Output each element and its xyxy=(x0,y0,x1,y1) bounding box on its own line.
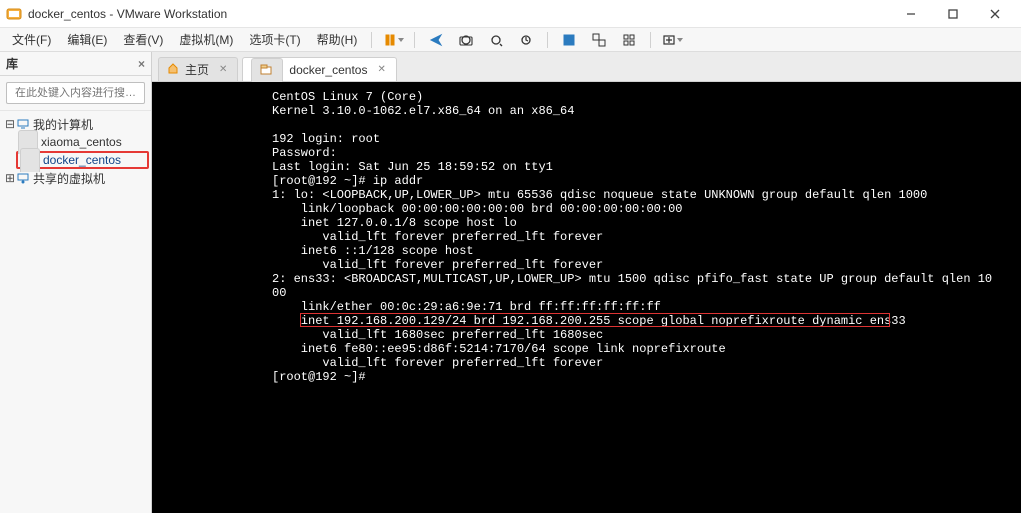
main-area: 库 × ⊟ 我的计算机 xiaoma_centos docker_centos xyxy=(0,52,1021,513)
menu-file[interactable]: 文件(F) xyxy=(4,28,59,52)
app-icon xyxy=(6,6,22,22)
minimize-button[interactable] xyxy=(891,0,931,28)
tree-label: docker_centos xyxy=(43,153,121,167)
computer-icon xyxy=(16,118,30,130)
tabstrip: 主页 ✕ docker_centos ✕ xyxy=(152,52,1021,82)
sidebar: 库 × ⊟ 我的计算机 xiaoma_centos docker_centos xyxy=(0,52,152,513)
tab-close-icon[interactable]: ✕ xyxy=(377,64,385,75)
menu-edit[interactable]: 编辑(E) xyxy=(59,28,115,52)
sidebar-heading: 库 × xyxy=(0,52,151,76)
sidebar-close-icon[interactable]: × xyxy=(138,57,145,71)
sidebar-heading-label: 库 xyxy=(6,55,18,72)
terminal[interactable]: CentOS Linux 7 (Core) Kernel 3.10.0-1062… xyxy=(152,82,1021,513)
tab-label: docker_centos xyxy=(289,63,367,77)
close-window-button[interactable] xyxy=(975,0,1015,28)
menu-view[interactable]: 查看(V) xyxy=(115,28,171,52)
tab-label: 主页 xyxy=(185,61,209,78)
window-buttons xyxy=(891,0,1015,28)
divider xyxy=(414,32,415,48)
tab-home[interactable]: 主页 ✕ xyxy=(158,57,238,81)
shared-icon xyxy=(16,172,30,184)
vm-icon xyxy=(20,148,40,172)
unity-button[interactable] xyxy=(585,29,613,51)
tab-docker-centos[interactable]: docker_centos ✕ xyxy=(242,57,396,81)
stretch-button[interactable] xyxy=(658,29,686,51)
expand-icon[interactable]: ⊞ xyxy=(4,171,16,185)
fullscreen-button[interactable] xyxy=(555,29,583,51)
vm-icon xyxy=(251,58,283,82)
titlebar: docker_centos - VMware Workstation xyxy=(0,0,1021,28)
tree-item-shared-vms[interactable]: ⊞ 共享的虚拟机 xyxy=(2,169,149,187)
search-box[interactable] xyxy=(6,82,145,104)
snapshot-mgr-button[interactable] xyxy=(482,29,510,51)
window-title: docker_centos - VMware Workstation xyxy=(28,7,891,21)
snapshot-button[interactable] xyxy=(452,29,480,51)
menu-tabs[interactable]: 选项卡(T) xyxy=(241,28,308,52)
expand-icon[interactable]: ⊟ xyxy=(4,117,16,131)
pause-button[interactable] xyxy=(379,29,407,51)
search-input[interactable] xyxy=(15,87,157,99)
snapshot-revert-button[interactable] xyxy=(512,29,540,51)
content: 主页 ✕ docker_centos ✕ CentOS Linux 7 (Cor… xyxy=(152,52,1021,513)
tree-label: xiaoma_centos xyxy=(41,135,122,149)
divider xyxy=(547,32,548,48)
menu-help[interactable]: 帮助(H) xyxy=(309,28,366,52)
terminal-wrapper: CentOS Linux 7 (Core) Kernel 3.10.0-1062… xyxy=(152,82,1021,513)
maximize-button[interactable] xyxy=(933,0,973,28)
sidebar-search-row xyxy=(0,76,151,111)
library-tree: ⊟ 我的计算机 xiaoma_centos docker_centos ⊞ 共享… xyxy=(0,111,151,191)
thumbnail-button[interactable] xyxy=(615,29,643,51)
tab-close-icon[interactable]: ✕ xyxy=(219,64,227,75)
tree-label: 我的计算机 xyxy=(33,116,93,133)
send-button[interactable] xyxy=(422,29,450,51)
divider xyxy=(650,32,651,48)
divider xyxy=(371,32,372,48)
menu-vm[interactable]: 虚拟机(M) xyxy=(171,28,241,52)
tree-label: 共享的虚拟机 xyxy=(33,170,105,187)
terminal-highlight xyxy=(300,313,890,327)
home-icon xyxy=(167,62,179,77)
tree-item-docker-centos[interactable]: docker_centos xyxy=(16,151,149,169)
menubar: 文件(F) 编辑(E) 查看(V) 虚拟机(M) 选项卡(T) 帮助(H) xyxy=(0,28,1021,52)
